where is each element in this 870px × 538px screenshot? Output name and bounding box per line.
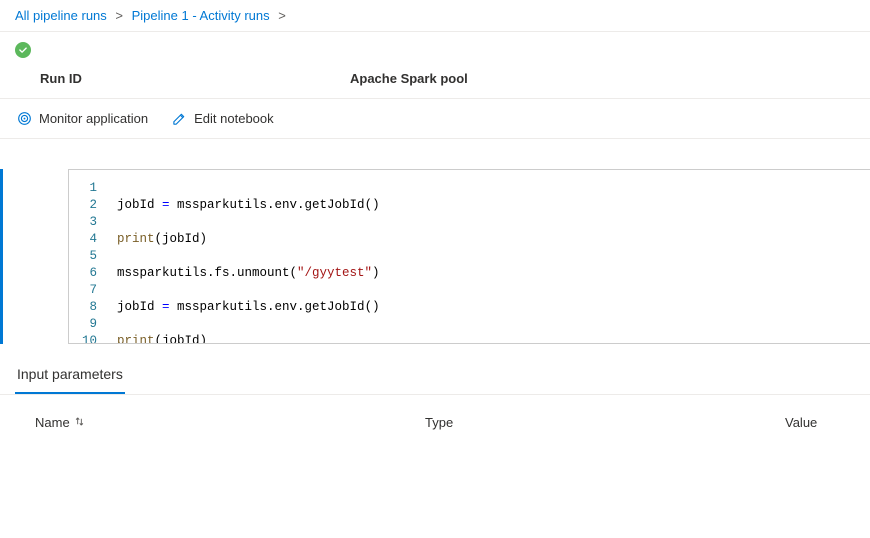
line-number: 6 [69,265,109,282]
line-number: 9 [69,316,109,333]
edit-notebook-label: Edit notebook [194,111,274,126]
breadcrumb-all-runs[interactable]: All pipeline runs [15,8,107,23]
tabs: Input parameters [0,356,870,395]
column-name-label: Name [35,415,70,430]
spark-pool-label: Apache Spark pool [350,71,468,86]
line-number: 8 [69,299,109,316]
status-row [0,32,870,63]
line-number: 3 [69,214,109,231]
edit-icon [172,111,187,126]
breadcrumb: All pipeline runs > Pipeline 1 - Activit… [0,0,870,32]
breadcrumb-sep: > [115,8,123,23]
success-icon [15,42,31,58]
column-header-name[interactable]: Name [35,415,425,430]
monitor-application-label: Monitor application [39,111,148,126]
toolbar: Monitor application Edit notebook [0,98,870,139]
column-header-type[interactable]: Type [425,415,785,430]
code-cell: 1 2 3 4 5 6 7 8 9 10 jobId = mssparkutil… [0,169,870,344]
code-editor[interactable]: 1 2 3 4 5 6 7 8 9 10 jobId = mssparkutil… [68,169,870,344]
column-header-value[interactable]: Value [785,415,817,430]
run-info-row: Run ID Apache Spark pool [0,63,870,98]
edit-notebook-button[interactable]: Edit notebook [170,107,276,130]
line-number: 1 [69,180,109,197]
line-number: 7 [69,282,109,299]
breadcrumb-pipeline-activity[interactable]: Pipeline 1 - Activity runs [132,8,270,23]
code-content[interactable]: jobId = mssparkutils.env.getJobId() prin… [109,170,870,343]
line-number: 4 [69,231,109,248]
sort-icon [74,415,85,430]
line-number: 5 [69,248,109,265]
run-id-label: Run ID [40,71,350,86]
monitor-application-button[interactable]: Monitor application [15,107,150,130]
tab-input-parameters[interactable]: Input parameters [15,356,125,394]
monitor-icon [17,111,32,126]
params-table-header: Name Type Value [0,395,870,442]
line-number: 10 [69,333,109,344]
breadcrumb-sep: > [278,8,286,23]
line-gutter: 1 2 3 4 5 6 7 8 9 10 [69,170,109,343]
line-number: 2 [69,197,109,214]
